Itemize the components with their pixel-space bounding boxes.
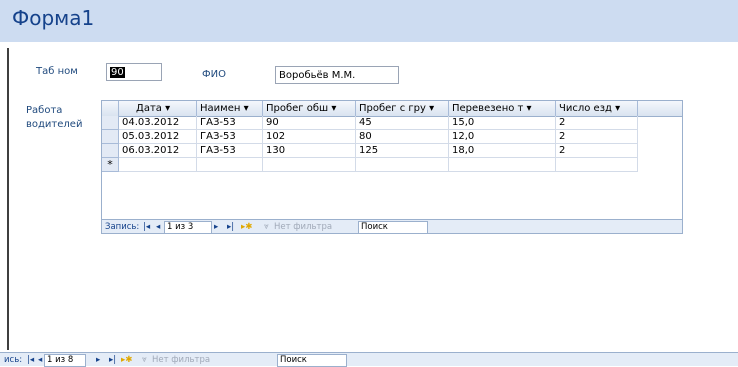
previous-record-button[interactable]: ◂	[38, 353, 42, 367]
cell-name[interactable]: ГАЗ-53	[197, 116, 263, 130]
drivers-work-datasheet[interactable]: Дата ▾ Наимен ▾ Пробег обш ▾ Пробег с гр…	[101, 100, 683, 234]
previous-record-button[interactable]: ◂	[156, 220, 160, 234]
first-record-button[interactable]: |◂	[143, 220, 150, 234]
record-position-field[interactable]: 1 из 3	[164, 221, 212, 234]
cell-date[interactable]	[119, 158, 197, 172]
row-selector[interactable]	[102, 144, 119, 158]
column-header-mileage-total[interactable]: Пробег обш ▾	[263, 101, 356, 116]
cell-transported[interactable]: 18,0	[449, 144, 556, 158]
new-record-button[interactable]: ▸✱	[241, 220, 252, 234]
table-row[interactable]: 05.03.2012 ГАЗ-53 102 80 12,0 2	[102, 130, 682, 144]
column-header-transported[interactable]: Перевезено т ▾	[449, 101, 556, 116]
tab-number-field[interactable]: 90	[106, 63, 162, 81]
cell-name[interactable]: ГАЗ-53	[197, 130, 263, 144]
form-title: Форма1	[12, 6, 95, 30]
cell-mileage-total[interactable]: 90	[263, 116, 356, 130]
last-record-button[interactable]: ▸|	[109, 353, 116, 367]
cell-mileage-loaded[interactable]: 80	[356, 130, 449, 144]
column-header-name[interactable]: Наимен ▾	[197, 101, 263, 116]
new-record-button[interactable]: ▸✱	[121, 353, 132, 367]
search-box[interactable]: Поиск	[358, 221, 428, 234]
datasheet-header: Дата ▾ Наимен ▾ Пробег обш ▾ Пробег с гр…	[102, 101, 682, 117]
filter-icon[interactable]: ⩔	[142, 353, 147, 367]
tab-number-label: Таб ном	[36, 66, 78, 77]
cell-transported[interactable]: 15,0	[449, 116, 556, 130]
subgrid-navigation-bar: Запись: |◂ ◂ 1 из 3 ▸ ▸| ▸✱ ⩔ Нет фильтр…	[102, 219, 682, 234]
record-label: ись:	[4, 355, 23, 365]
search-box[interactable]: Поиск	[277, 354, 347, 367]
filter-status[interactable]: Нет фильтра	[152, 353, 210, 367]
next-record-button[interactable]: ▸	[214, 220, 218, 234]
cell-trips[interactable]: 2	[556, 116, 638, 130]
cell-name[interactable]	[197, 158, 263, 172]
table-row[interactable]: 04.03.2012 ГАЗ-53 90 45 15,0 2	[102, 116, 682, 130]
record-label: Запись:	[105, 222, 140, 232]
cell-mileage-loaded[interactable]: 45	[356, 116, 449, 130]
new-record-marker: *	[102, 158, 119, 172]
filter-status[interactable]: Нет фильтра	[274, 220, 332, 234]
cell-trips[interactable]	[556, 158, 638, 172]
table-row[interactable]: 06.03.2012 ГАЗ-53 130 125 18,0 2	[102, 144, 682, 158]
cell-mileage-total[interactable]: 130	[263, 144, 356, 158]
filter-icon[interactable]: ⩔	[264, 220, 269, 234]
record-position-field[interactable]: 1 из 8	[44, 354, 86, 367]
next-record-button[interactable]: ▸	[96, 353, 100, 367]
last-record-button[interactable]: ▸|	[227, 220, 234, 234]
row-selector[interactable]	[102, 130, 119, 144]
cell-name[interactable]: ГАЗ-53	[197, 144, 263, 158]
main-navigation-bar: ись: |◂ ◂ 1 из 8 ▸ ▸| ▸✱ ⩔ Нет фильтра П…	[0, 352, 738, 367]
first-record-button[interactable]: |◂	[27, 353, 34, 367]
cell-trips[interactable]: 2	[556, 130, 638, 144]
new-record-row[interactable]: *	[102, 158, 682, 172]
cell-date[interactable]: 06.03.2012	[119, 144, 197, 158]
cell-mileage-loaded[interactable]: 125	[356, 144, 449, 158]
row-selector[interactable]	[102, 116, 119, 130]
cell-mileage-total[interactable]: 102	[263, 130, 356, 144]
column-header-mileage-loaded[interactable]: Пробег с гру ▾	[356, 101, 449, 116]
column-header-date[interactable]: Дата ▾	[119, 101, 197, 116]
record-selector-bar[interactable]	[7, 48, 9, 350]
cell-transported[interactable]: 12,0	[449, 130, 556, 144]
cell-date[interactable]: 04.03.2012	[119, 116, 197, 130]
cell-date[interactable]: 05.03.2012	[119, 130, 197, 144]
form-title-bar: Форма1	[0, 0, 738, 42]
column-header-trips[interactable]: Число езд ▾	[556, 101, 638, 116]
cell-mileage-total[interactable]	[263, 158, 356, 172]
tab-number-value: 90	[110, 67, 125, 78]
cell-trips[interactable]: 2	[556, 144, 638, 158]
fio-field[interactable]: Воробьёв М.М.	[275, 66, 399, 84]
work-label: Работа водителей	[26, 105, 83, 130]
cell-transported[interactable]	[449, 158, 556, 172]
select-all-corner[interactable]	[102, 101, 119, 116]
cell-mileage-loaded[interactable]	[356, 158, 449, 172]
fio-label: ФИО	[202, 69, 226, 80]
